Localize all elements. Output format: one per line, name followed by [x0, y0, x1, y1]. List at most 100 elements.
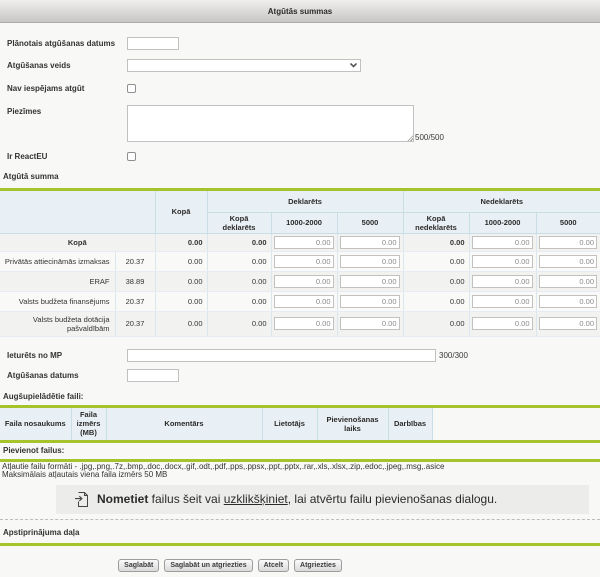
- sums-declared-1000-2000-input-cell: [271, 233, 337, 251]
- sums-undeclared-1000-2000-input-cell: [469, 251, 536, 271]
- sums-declared-1000-2000-input[interactable]: [274, 295, 334, 308]
- button-bar: Saglabāt Saglabāt un atgriezties Atcelt …: [0, 559, 460, 572]
- sums-header-undeclared: Nedeklarēts: [403, 191, 600, 212]
- max-size-text: Maksimālais atļautais viena faila izmērs…: [2, 471, 600, 479]
- sums-declared-5000-input-cell: [337, 271, 403, 291]
- sums-declared-1000-2000-input[interactable]: [274, 317, 334, 330]
- sums-undeclared-5000-input-cell: [536, 311, 600, 336]
- planned-date-input[interactable]: [127, 37, 179, 50]
- react-eu-label: Ir ReactEU: [0, 152, 127, 161]
- uploaded-files-table: Faila nosaukums Faila izmērs (MB) Koment…: [0, 408, 433, 440]
- files-header-name: Faila nosaukums: [0, 408, 71, 440]
- sums-header-declared: Deklarēts: [207, 191, 403, 212]
- sums-kopa-declared-value: 0.00: [207, 311, 271, 336]
- notes-row: Piezīmes 500/500: [0, 105, 600, 142]
- sums-undeclared-1000-2000-input[interactable]: [472, 275, 533, 288]
- sums-undeclared-1000-2000-input-cell: [469, 233, 536, 251]
- not-recoverable-label: Nav iespējams atgūt: [0, 84, 127, 93]
- sums-declared-5000-input[interactable]: [340, 236, 400, 249]
- sums-row-label: Privātās attiecināmās izmaksas: [0, 251, 115, 271]
- sums-undeclared-1000-2000-input[interactable]: [472, 255, 533, 268]
- sums-declared-1000-2000-input-cell: [271, 251, 337, 271]
- sums-declared-1000-2000-input[interactable]: [274, 255, 334, 268]
- sums-kopa-undeclared-value: 0.00: [403, 311, 469, 336]
- sums-kopa-undeclared-value: 0.00: [403, 233, 469, 251]
- sums-undeclared-5000-input[interactable]: [539, 255, 598, 268]
- sums-kopa-value: 0.00: [155, 291, 207, 311]
- file-dropzone[interactable]: Nometiet failus šeit vai uzklikšķiniet, …: [56, 485, 589, 514]
- notes-textarea[interactable]: [127, 105, 414, 142]
- sums-undeclared-1000-2000-input-cell: [469, 271, 536, 291]
- planned-date-row: Plānotais atgūšanas datums: [0, 37, 600, 50]
- return-button[interactable]: Atgriezties: [294, 559, 342, 572]
- sums-declared-5000-input[interactable]: [340, 317, 400, 330]
- sums-row-label: Kopā: [0, 233, 155, 251]
- sums-header-kopa-undeclared: Kopā nedeklarēts: [403, 212, 469, 233]
- sums-kopa-undeclared-value: 0.00: [403, 251, 469, 271]
- recovery-date-input[interactable]: [127, 369, 179, 382]
- sums-row-1: Privātās attiecināmās izmaksas20.370.000…: [0, 251, 600, 271]
- sums-kopa-declared-value: 0.00: [207, 271, 271, 291]
- sums-header-range-d: 5000: [536, 212, 600, 233]
- withheld-row: Ieturēts no MP 300/300: [0, 349, 600, 362]
- sums-header-range-b: 5000: [337, 212, 403, 233]
- recovery-type-select[interactable]: [127, 59, 361, 72]
- sums-undeclared-5000-input[interactable]: [539, 295, 598, 308]
- sums-undeclared-5000-input[interactable]: [539, 236, 598, 249]
- sums-kopa-declared-value: 0.00: [207, 291, 271, 311]
- sums-undeclared-5000-input[interactable]: [539, 317, 598, 330]
- sums-row-label: ERAF: [0, 271, 115, 291]
- files-header-size: Faila izmērs (MB): [71, 408, 106, 440]
- sums-undeclared-1000-2000-input-cell: [469, 291, 536, 311]
- save-button[interactable]: Saglabāt: [118, 559, 159, 572]
- sums-undeclared-1000-2000-input-cell: [469, 311, 536, 336]
- sums-declared-5000-input-cell: [337, 291, 403, 311]
- sums-undeclared-1000-2000-input[interactable]: [472, 317, 533, 330]
- sums-undeclared-5000-input-cell: [536, 251, 600, 271]
- sums-header-group-row: Kopā Deklarēts Nedeklarēts: [0, 191, 600, 212]
- sums-declared-1000-2000-input[interactable]: [274, 275, 334, 288]
- sums-header-empty: [0, 191, 155, 233]
- sums-row-label: Valsts budžeta dotācija pašvaldībām: [0, 311, 115, 336]
- files-header-actions: Darbības: [388, 408, 432, 440]
- files-header-row: Faila nosaukums Faila izmērs (MB) Koment…: [0, 408, 432, 440]
- sums-kopa-value: 0.00: [155, 251, 207, 271]
- sums-undeclared-5000-input-cell: [536, 271, 600, 291]
- files-header-time: Pievienošanas laiks: [317, 408, 388, 440]
- recovery-type-row: Atgūšanas veids: [0, 59, 600, 72]
- dropzone-click-link[interactable]: uzklikšķiniet: [224, 492, 288, 506]
- sums-declared-1000-2000-input[interactable]: [274, 236, 334, 249]
- sums-undeclared-1000-2000-input[interactable]: [472, 295, 533, 308]
- add-files-section-label: Pievienot failus:: [0, 446, 600, 455]
- sums-undeclared-1000-2000-input[interactable]: [472, 236, 533, 249]
- sums-header-kopa: Kopā: [155, 191, 207, 233]
- react-eu-row: Ir ReactEU: [0, 152, 600, 161]
- recovery-date-row: Atgūšanas datums: [0, 369, 600, 382]
- sums-declared-5000-input[interactable]: [340, 295, 400, 308]
- dropzone-text: Nometiet failus šeit vai uzklikšķiniet, …: [97, 492, 497, 506]
- sums-header-range-c: 1000-2000: [469, 212, 536, 233]
- sums-declared-5000-input-cell: [337, 251, 403, 271]
- textarea-resize-handle[interactable]: [127, 105, 414, 142]
- sums-declared-5000-input[interactable]: [340, 255, 400, 268]
- recovery-type-select-wrap: [127, 59, 361, 72]
- sums-kopa-undeclared-value: 0.00: [403, 271, 469, 291]
- sums-declared-1000-2000-input-cell: [271, 311, 337, 336]
- sums-row-number: 38.89: [115, 271, 155, 291]
- withheld-input[interactable]: [127, 349, 436, 362]
- react-eu-checkbox[interactable]: [127, 152, 136, 161]
- not-recoverable-checkbox[interactable]: [127, 84, 136, 93]
- sums-undeclared-5000-input[interactable]: [539, 275, 598, 288]
- sums-kopa-declared-value: 0.00: [207, 251, 271, 271]
- sums-undeclared-5000-input-cell: [536, 233, 600, 251]
- notes-label: Piezīmes: [0, 105, 127, 116]
- save-and-return-button[interactable]: Saglabāt un atgriezties: [164, 559, 252, 572]
- sums-declared-5000-input[interactable]: [340, 275, 400, 288]
- cancel-button[interactable]: Atcelt: [258, 559, 289, 572]
- file-format-info: Atļautie failu formāti - .jpg,.png,.7z,.…: [0, 463, 600, 479]
- file-import-icon: [75, 492, 88, 507]
- sums-kopa-value: 0.00: [155, 233, 207, 251]
- sums-row-number: 20.37: [115, 291, 155, 311]
- sums-declared-5000-input-cell: [337, 311, 403, 336]
- recovery-type-label: Atgūšanas veids: [0, 61, 127, 70]
